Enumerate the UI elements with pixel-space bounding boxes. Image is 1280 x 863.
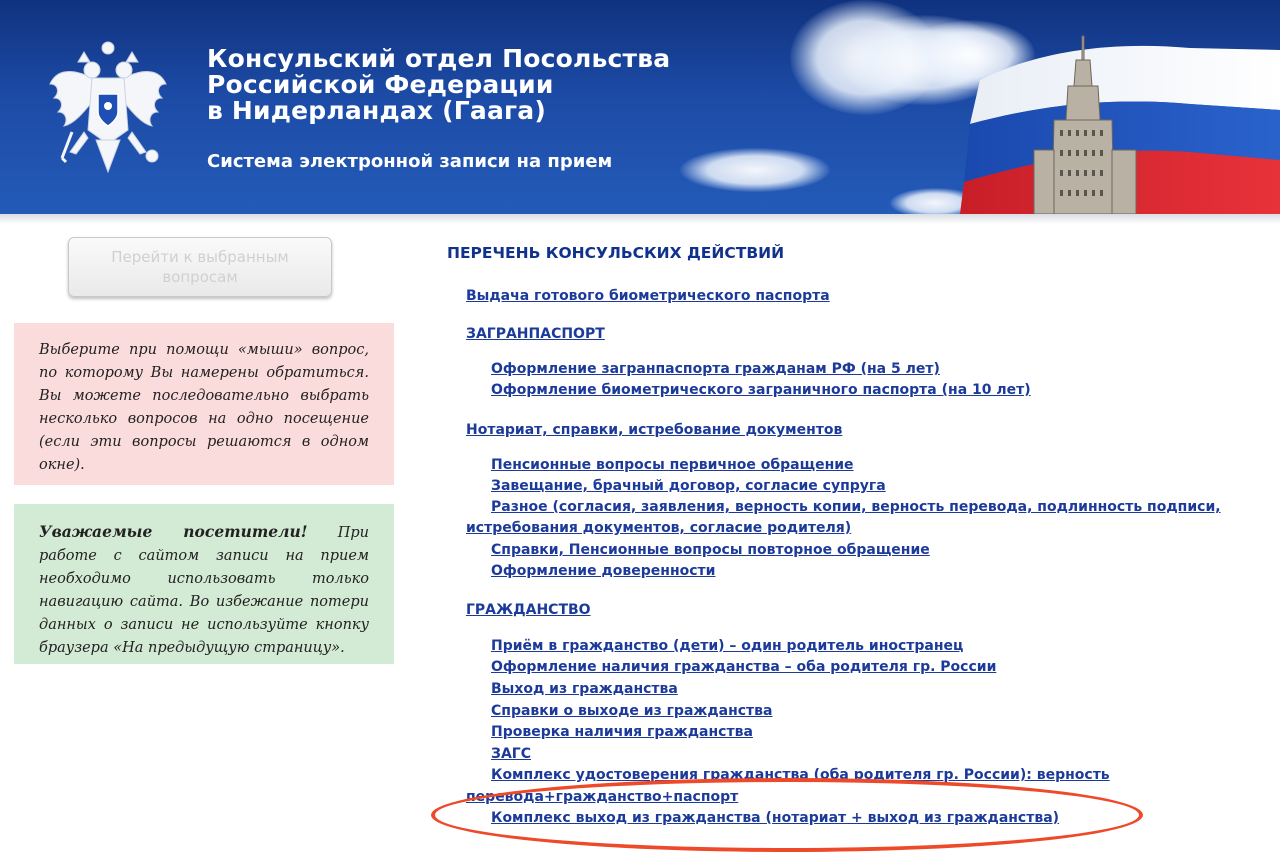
link-biometric-passport-10y[interactable]: Оформление биометрического заграничного … [491, 382, 1031, 398]
category-notary[interactable]: Нотариат, справки, истребование документ… [466, 422, 842, 438]
link-citizenship-complex-cont[interactable]: перевода+гражданство+паспорт [466, 789, 738, 805]
link-renounce-certificates[interactable]: Справки о выходе из гражданства [491, 703, 772, 719]
link-citizenship-complex[interactable]: Комплекс удостоверения гражданства (оба … [491, 767, 1110, 783]
link-will-marriage[interactable]: Завещание, брачный договор, согласие суп… [491, 478, 886, 494]
category-zagranpassport[interactable]: ЗАГРАНПАСПОРТ [466, 326, 605, 342]
consular-actions-title: ПЕРЕЧЕНЬ КОНСУЛЬСКИХ ДЕЙСТВИЙ [447, 244, 785, 262]
link-pension-first[interactable]: Пенсионные вопросы первичное обращение [491, 457, 854, 473]
link-renounce-citizenship[interactable]: Выход из гражданства [491, 681, 678, 697]
russian-flag-icon [960, 35, 1280, 214]
category-citizenship[interactable]: ГРАЖДАНСТВО [466, 602, 591, 618]
link-misc-notary-cont[interactable]: истребования документов, согласие родите… [466, 520, 851, 536]
link-zags[interactable]: ЗАГС [491, 746, 531, 762]
link-passport-pickup[interactable]: Выдача готового биометрического паспорта [466, 288, 830, 304]
title-line: в Нидерландах (Гаага) [207, 96, 547, 125]
link-citizenship-both-parents[interactable]: Оформление наличия гражданства – оба род… [491, 659, 996, 675]
title-line: Российской Федерации [207, 70, 554, 99]
instruction-notice: Выберите при помощи «мыши» вопрос, по ко… [14, 323, 394, 485]
visitors-notice-heading: Уважаемые посетители! [39, 522, 308, 541]
link-certificates-pension-repeat[interactable]: Справки, Пенсионные вопросы повторное об… [491, 542, 930, 558]
link-misc-notary[interactable]: Разное (согласия, заявления, верность ко… [491, 499, 1221, 515]
link-citizenship-check[interactable]: Проверка наличия гражданства [491, 724, 753, 740]
link-power-of-attorney[interactable]: Оформление доверенности [491, 563, 715, 579]
coat-of-arms-icon [49, 41, 167, 174]
link-renounce-complex[interactable]: Комплекс выход из гражданства (нотариат … [491, 810, 1059, 826]
visitors-notice: Уважаемые посетители! При работе с сайто… [14, 504, 394, 664]
goto-selected-questions-button[interactable]: Перейти к выбранным вопросам [68, 237, 332, 297]
link-zagranpassport-5y[interactable]: Оформление загранпаспорта гражданам РФ (… [491, 361, 940, 377]
link-citizenship-children[interactable]: Приём в гражданство (дети) – один родите… [491, 638, 963, 654]
visitors-notice-text: При работе с сайтом записи на прием необ… [39, 525, 369, 656]
header-divider [0, 214, 1280, 224]
site-header: Консульский отдел Посольства Российской … [0, 0, 1280, 214]
page-title: Консульский отдел Посольства Российской … [207, 46, 670, 124]
title-line: Консульский отдел Посольства [207, 44, 671, 73]
cloud-decoration [680, 148, 830, 192]
page-subtitle: Система электронной записи на прием [207, 151, 613, 172]
